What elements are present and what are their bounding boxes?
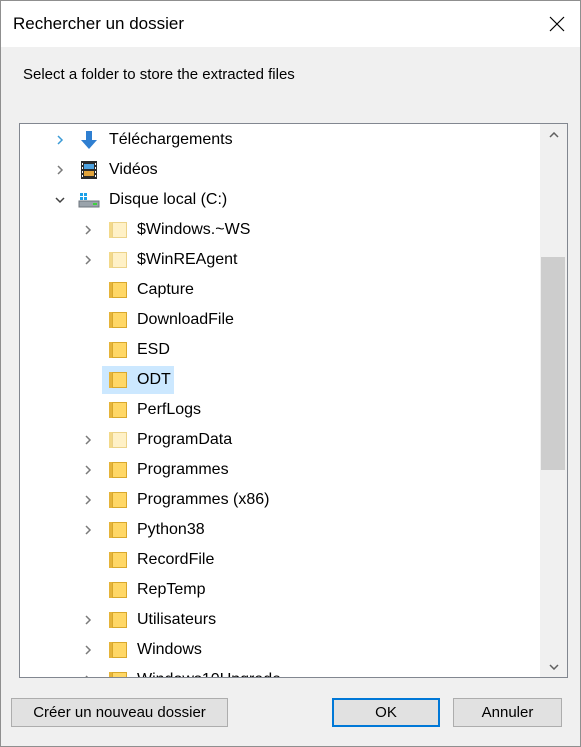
chevron-right-icon[interactable] bbox=[81, 643, 95, 657]
tree-item[interactable]: DownloadFile bbox=[20, 305, 539, 335]
folder-tree-rows: Téléchargements Vidéos Disque local (C:) $W… bbox=[20, 124, 539, 677]
chevron-right-icon[interactable] bbox=[81, 493, 95, 507]
tree-item-label: Windows10Upgrade bbox=[137, 671, 281, 677]
cancel-button[interactable]: Annuler bbox=[453, 698, 562, 727]
chevron-right-icon[interactable] bbox=[81, 463, 95, 477]
chevron-right-icon[interactable] bbox=[53, 163, 67, 177]
chevron-right-icon[interactable] bbox=[53, 133, 67, 147]
tree-item[interactable]: PerfLogs bbox=[20, 395, 539, 425]
tree-item[interactable]: Téléchargements bbox=[20, 125, 539, 155]
chevron-down-icon[interactable] bbox=[53, 193, 67, 207]
tree-item-label: Programmes bbox=[137, 461, 229, 478]
close-icon bbox=[549, 16, 565, 32]
folder-icon bbox=[109, 582, 127, 598]
folder-icon bbox=[109, 552, 127, 568]
chevron-right-icon[interactable] bbox=[81, 673, 95, 677]
tree-item-label: Python38 bbox=[137, 521, 205, 538]
folder-icon bbox=[109, 252, 127, 268]
scroll-up-button[interactable] bbox=[540, 124, 567, 145]
vertical-scrollbar[interactable] bbox=[540, 124, 567, 677]
folder-icon bbox=[109, 522, 127, 538]
tree-item[interactable]: ESD bbox=[20, 335, 539, 365]
folder-icon bbox=[109, 222, 127, 238]
chevron-down-icon bbox=[548, 663, 559, 670]
tree-item-label: Capture bbox=[137, 281, 194, 298]
close-button[interactable] bbox=[534, 1, 580, 47]
folder-icon bbox=[109, 642, 127, 658]
ok-button[interactable]: OK bbox=[332, 698, 440, 727]
drive-icon bbox=[78, 193, 100, 208]
download-arrow-icon bbox=[81, 131, 97, 149]
tree-item[interactable]: $WinREAgent bbox=[20, 245, 539, 275]
chevron-right-icon[interactable] bbox=[81, 253, 95, 267]
scrollbar-thumb[interactable] bbox=[541, 257, 565, 470]
tree-item[interactable]: Windows10Upgrade bbox=[20, 665, 539, 677]
tree-item[interactable]: Programmes (x86) bbox=[20, 485, 539, 515]
tree-item[interactable]: Capture bbox=[20, 275, 539, 305]
folder-browser-dialog: Rechercher un dossier Select a folder to… bbox=[0, 0, 581, 747]
tree-item-label: RecordFile bbox=[137, 551, 215, 568]
folder-icon bbox=[109, 312, 127, 328]
tree-item-label: Vidéos bbox=[109, 161, 158, 178]
tree-item[interactable]: Disque local (C:) bbox=[20, 185, 539, 215]
chevron-right-icon[interactable] bbox=[81, 523, 95, 537]
folder-icon bbox=[109, 282, 127, 298]
folder-icon bbox=[109, 672, 127, 677]
folder-tree[interactable]: Téléchargements Vidéos Disque local (C:) $W… bbox=[19, 123, 568, 678]
folder-icon bbox=[109, 372, 127, 388]
tree-item[interactable]: Vidéos bbox=[20, 155, 539, 185]
tree-item[interactable]: Python38 bbox=[20, 515, 539, 545]
folder-icon bbox=[109, 342, 127, 358]
window-title: Rechercher un dossier bbox=[13, 14, 185, 33]
tree-item-label: $WinREAgent bbox=[137, 251, 238, 268]
tree-item-label: Disque local (C:) bbox=[109, 191, 228, 208]
folder-icon bbox=[109, 492, 127, 508]
tree-item[interactable]: Programmes bbox=[20, 455, 539, 485]
tree-item-label: ESD bbox=[137, 341, 170, 358]
chevron-up-icon bbox=[548, 131, 559, 138]
tree-item-label: $Windows.~WS bbox=[137, 221, 251, 238]
title-bar[interactable]: Rechercher un dossier bbox=[1, 1, 580, 47]
video-icon bbox=[81, 161, 97, 179]
folder-icon bbox=[109, 612, 127, 628]
tree-item[interactable]: RepTemp bbox=[20, 575, 539, 605]
chevron-right-icon[interactable] bbox=[81, 613, 95, 627]
chevron-right-icon[interactable] bbox=[81, 223, 95, 237]
tree-item-label: Windows bbox=[137, 641, 202, 658]
tree-item[interactable]: Windows bbox=[20, 635, 539, 665]
tree-item[interactable]: $Windows.~WS bbox=[20, 215, 539, 245]
scroll-down-button[interactable] bbox=[540, 656, 567, 677]
tree-item[interactable]: ODT bbox=[20, 365, 539, 395]
tree-item-label: Utilisateurs bbox=[137, 611, 217, 628]
tree-item[interactable]: ProgramData bbox=[20, 425, 539, 455]
tree-item-label: ODT bbox=[137, 371, 171, 388]
new-folder-button[interactable]: Créer un nouveau dossier bbox=[11, 698, 228, 727]
tree-item-label: Téléchargements bbox=[109, 131, 233, 148]
folder-icon bbox=[109, 432, 127, 448]
tree-item[interactable]: Utilisateurs bbox=[20, 605, 539, 635]
tree-item-label: ProgramData bbox=[137, 431, 233, 448]
instruction-text: Select a folder to store the extracted f… bbox=[23, 66, 295, 83]
tree-item-label: DownloadFile bbox=[137, 311, 234, 328]
tree-item-label: RepTemp bbox=[137, 581, 206, 598]
folder-icon bbox=[109, 462, 127, 478]
tree-item-label: Programmes (x86) bbox=[137, 491, 270, 508]
folder-icon bbox=[109, 402, 127, 418]
chevron-right-icon[interactable] bbox=[81, 433, 95, 447]
tree-item-label: PerfLogs bbox=[137, 401, 202, 418]
tree-item[interactable]: RecordFile bbox=[20, 545, 539, 575]
